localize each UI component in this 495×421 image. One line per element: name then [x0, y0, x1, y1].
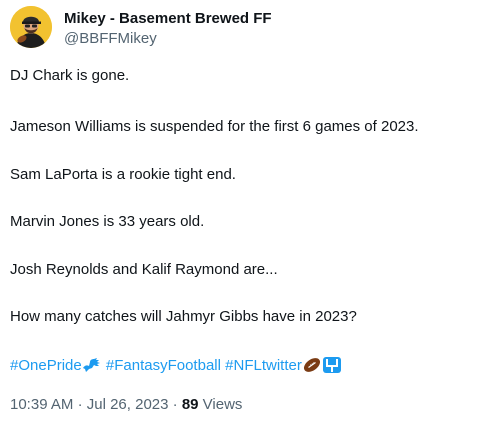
tweet-line: DJ Chark is gone. — [10, 67, 130, 84]
hashtag-row: #OnePride #FantasyFootball #NFLtwitter — [10, 356, 342, 376]
avatar-image — [10, 6, 52, 48]
author-names: Mikey - Basement Brewed FF @BBFFMikey — [64, 9, 272, 48]
tweet-header: Mikey - Basement Brewed FF @BBFFMikey — [10, 6, 485, 50]
goalpost-icon — [322, 356, 342, 374]
lion-icon — [82, 356, 102, 374]
tweet-meta: 10:39 AM · Jul 26, 2023 · 89 Views — [10, 395, 242, 415]
tweet-line: How many catches will Jahmyr Gibbs have … — [10, 308, 357, 325]
tweet-card: Mikey - Basement Brewed FF @BBFFMikey DJ… — [0, 0, 495, 421]
tweet-line: Marvin Jones is 33 years old. — [10, 213, 205, 230]
tweet-time[interactable]: 10:39 AM — [10, 396, 73, 413]
views-count: 89 — [181, 396, 199, 413]
tweet-line: Jameson Williams is suspended for the fi… — [10, 118, 419, 135]
meta-separator: · — [77, 396, 83, 413]
meta-separator: · — [172, 396, 178, 413]
views-label: Views — [202, 396, 243, 413]
football-icon — [302, 356, 322, 374]
hashtag-fantasyfootball[interactable]: #FantasyFootball — [106, 357, 221, 374]
tweet-date[interactable]: Jul 26, 2023 — [87, 396, 169, 413]
author-handle[interactable]: @BBFFMikey — [64, 29, 272, 48]
tweet-line: Sam LaPorta is a rookie tight end. — [10, 166, 236, 183]
tweet-line: Josh Reynolds and Kalif Raymond are... — [10, 261, 278, 278]
hashtag-onepride[interactable]: #OnePride — [10, 357, 82, 374]
hashtag-nfltwitter[interactable]: #NFLtwitter — [225, 357, 302, 374]
author-display-name[interactable]: Mikey - Basement Brewed FF — [64, 9, 272, 28]
avatar[interactable] — [10, 6, 52, 48]
